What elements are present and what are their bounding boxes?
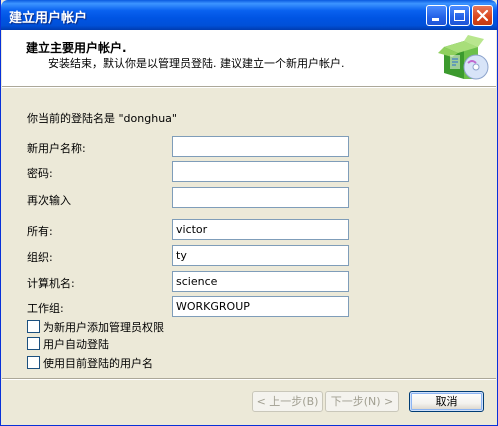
title-bar[interactable]: 建立用户帐户 [1,0,497,30]
window-title: 建立用户帐户 [9,11,88,26]
new-username-input[interactable] [172,136,349,157]
current-login-text: 你当前的登陆名是 "donghua" [27,112,177,125]
admin-rights-label: 为新用户添加管理员权限 [43,321,164,334]
computer-name-input[interactable]: science [172,271,349,292]
confirm-password-input[interactable] [172,187,349,208]
header-divider [2,86,496,88]
close-icon [476,9,489,22]
confirm-password-label: 再次输入 [27,194,71,207]
maximize-button[interactable] [449,5,470,26]
new-username-label: 新用户名称: [27,142,86,155]
next-button[interactable]: 下一步(N) > [325,391,399,412]
owner-label: 所有: [27,225,53,238]
header-title: 建立主要用户帐户. [26,41,127,55]
owner-input[interactable]: victor [172,219,349,240]
password-label: 密码: [27,167,53,180]
setup-box-icon [438,35,489,80]
use-current-username-label: 使用目前登陆的用户名 [43,357,153,370]
organization-label: 组织: [27,251,53,264]
checkbox-box[interactable] [27,356,40,369]
wizard-header: 建立主要用户帐户. 安装结束，默认你是以管理员登陆. 建议建立一个新用户帐户. [2,30,496,86]
checkbox-box[interactable] [27,320,40,333]
organization-input[interactable]: ty [172,245,349,266]
back-button[interactable]: < 上一步(B) [252,391,323,412]
minimize-button[interactable] [426,5,447,26]
computer-name-label: 计算机名: [27,277,75,290]
maximize-icon [454,10,465,21]
workgroup-label: 工作组: [27,302,64,315]
minimize-icon [432,18,439,21]
workgroup-input[interactable]: WORKGROUP [172,296,349,317]
footer-divider [2,378,496,380]
close-button[interactable] [472,5,493,26]
cancel-button[interactable]: 取消 [409,391,484,412]
header-subtitle: 安装结束，默认你是以管理员登陆. 建议建立一个新用户帐户. [48,57,345,70]
auto-login-label: 用户自动登陆 [43,338,109,351]
checkbox-box[interactable] [27,337,40,350]
password-input[interactable] [172,161,349,182]
setup-window: 建立用户帐户 建立主要用户帐户. 安装结束，默认你是以管理员登陆. 建议建立一个… [0,0,498,426]
